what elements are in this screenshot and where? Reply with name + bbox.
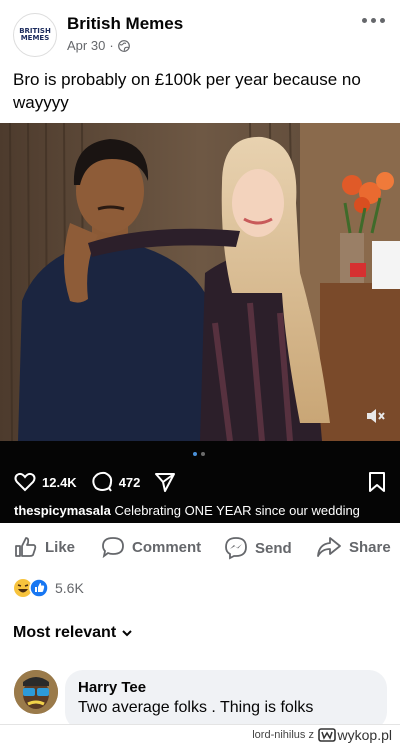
comment-author[interactable]: Harry Tee [78, 679, 374, 696]
share-arrow-icon [317, 537, 341, 557]
page-logo-text: BRITISH MEMES [19, 28, 51, 42]
carousel-dot-active [193, 452, 197, 456]
watermark-bar: lord-nihilus z wykop.pl [0, 724, 400, 744]
post-meta: Apr 30 · [67, 38, 130, 53]
like-emoji-icon [29, 578, 49, 598]
post-date[interactable]: Apr 30 [67, 38, 105, 53]
meta-separator: · [109, 38, 114, 53]
share-button[interactable]: Share [316, 536, 391, 558]
speech-bubble-icon [92, 471, 112, 492]
commenter-avatar-image [14, 670, 58, 714]
chevron-down-icon [122, 630, 132, 637]
watermark-site: wykop.pl [337, 727, 392, 743]
carousel-dot [201, 452, 205, 456]
sort-label: Most relevant [13, 624, 117, 641]
comment-bubble: Harry Tee Two average folks . Thing is f… [65, 670, 387, 730]
heart-icon [14, 472, 36, 492]
page-name[interactable]: British Memes [67, 14, 183, 34]
watermark-user-text: lord-nihilus z [252, 729, 314, 741]
reaction-count: 5.6K [55, 580, 84, 596]
comment-button[interactable]: Comment [101, 536, 201, 558]
bookmark-icon[interactable] [368, 471, 386, 493]
share-label: Share [349, 538, 391, 556]
ig-like[interactable]: 12.4K [14, 472, 77, 492]
embedded-instagram-bar: 12.4K 472 thespicymasala Celebrating ONE… [0, 441, 400, 523]
thumbs-up-icon [15, 537, 37, 557]
ig-caption-text: Celebrating ONE YEAR since our wedding [114, 503, 360, 518]
wykop-logo: wykop.pl [317, 727, 392, 743]
logo-text-bottom: MEMES [20, 34, 50, 42]
post-header: BRITISH MEMES British Memes Apr 30 · [0, 0, 400, 64]
paper-plane-icon [155, 473, 176, 492]
page-avatar[interactable]: BRITISH MEMES [13, 13, 57, 57]
ig-caption: thespicymasala Celebrating ONE YEAR sinc… [14, 503, 360, 518]
ig-comment[interactable]: 472 [91, 471, 141, 493]
more-horizontal-icon[interactable] [362, 18, 386, 26]
like-button[interactable]: Like [14, 536, 75, 558]
watermark-user: lord-nihilus [252, 729, 306, 741]
post-action-bar: Like Comment Send Share [0, 530, 400, 566]
comment-sort-dropdown[interactable]: Most relevant [13, 624, 133, 642]
post-caption: Bro is probably on £100k per year becaus… [13, 70, 361, 112]
mute-icon[interactable] [364, 405, 386, 427]
ig-share[interactable] [154, 472, 176, 492]
watermark-z: z [308, 729, 315, 741]
ig-username[interactable]: thespicymasala [14, 503, 111, 518]
reactions-summary[interactable]: 5.6K [13, 578, 84, 598]
messenger-icon [225, 537, 247, 560]
ig-comment-count: 472 [118, 474, 141, 490]
carousel-indicator [193, 452, 205, 456]
comment-icon [102, 537, 124, 558]
wykop-logo-icon [317, 728, 336, 742]
comment-label: Comment [132, 538, 202, 556]
avatar[interactable] [14, 670, 58, 714]
ig-like-count: 12.4K [42, 474, 77, 490]
couple-photo [0, 123, 400, 441]
send-button[interactable]: Send [224, 536, 292, 560]
like-label: Like [45, 538, 76, 556]
globe-icon [117, 39, 130, 52]
comment-text: Two average folks . Thing is folks [78, 699, 314, 716]
post-image[interactable] [0, 123, 400, 441]
send-label: Send [255, 539, 292, 557]
ig-actions: 12.4K 472 [14, 471, 190, 493]
reaction-emojis [13, 578, 49, 598]
